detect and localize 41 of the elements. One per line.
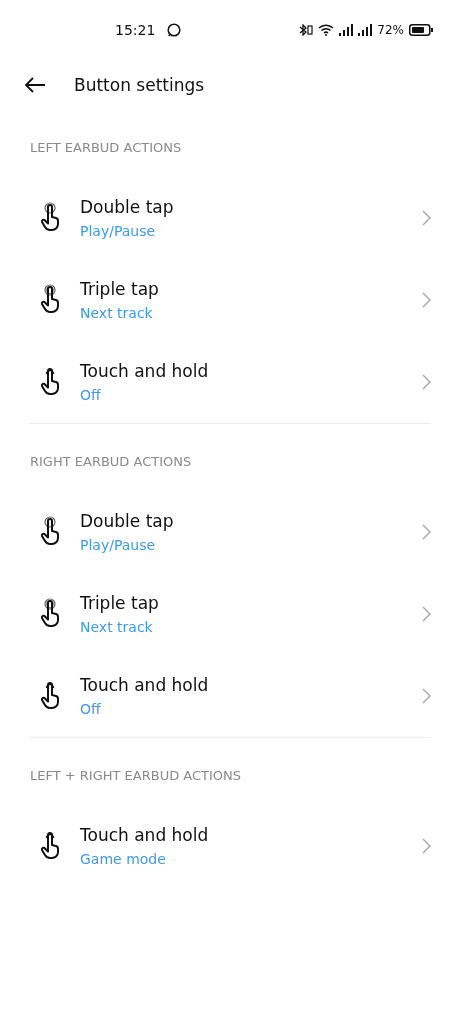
wifi-icon <box>318 24 335 36</box>
battery-icon <box>409 24 433 36</box>
action-title: Touch and hold <box>80 361 209 381</box>
settings-row[interactable]: Double tap Play/Pause <box>0 491 461 573</box>
battery-percent: 72% <box>377 23 404 37</box>
settings-row[interactable]: Triple tap Next track <box>0 259 461 341</box>
settings-row[interactable]: Touch and hold Game mode <box>0 805 461 887</box>
settings-row[interactable]: Triple tap Next track <box>0 573 461 655</box>
bluetooth-icon <box>299 24 314 36</box>
chevron-icon <box>422 688 431 704</box>
action-title: Touch and hold <box>80 675 209 695</box>
settings-row[interactable]: Touch and hold Off <box>0 341 461 423</box>
chevron-icon <box>422 838 431 854</box>
action-value: Next track <box>80 619 154 635</box>
action-value: Play/Pause <box>80 537 157 553</box>
chevron-icon <box>422 210 431 226</box>
action-title: Double tap <box>80 511 174 531</box>
section-header: LEFT + RIGHT EARBUD ACTIONS <box>30 767 242 785</box>
signal-icon <box>339 24 354 36</box>
page-title: Button settings <box>74 75 205 95</box>
action-value: Next track <box>80 305 154 321</box>
action-value: Off <box>80 701 102 717</box>
signal-icon <box>358 24 373 36</box>
chevron-icon <box>422 292 431 308</box>
section-header: RIGHT EARBUD ACTIONS <box>30 453 192 471</box>
action-value: Play/Pause <box>80 223 157 239</box>
settings-row[interactable]: Touch and hold Off <box>0 655 461 737</box>
action-title: Double tap <box>80 197 174 217</box>
back-arrow-icon[interactable] <box>24 77 46 93</box>
section-header: LEFT EARBUD ACTIONS <box>30 139 182 157</box>
action-value: Off <box>80 387 102 403</box>
chevron-icon <box>422 374 431 390</box>
settings-row[interactable]: Double tap Play/Pause <box>0 177 461 259</box>
chevron-icon <box>422 606 431 622</box>
action-value: Game mode <box>80 851 167 867</box>
action-title: Triple tap <box>80 593 159 613</box>
action-title: Touch and hold <box>80 825 209 845</box>
whatsapp-icon <box>167 23 182 37</box>
action-title: Triple tap <box>80 279 159 299</box>
chevron-icon <box>422 524 431 540</box>
status-time: 15:21 <box>115 22 156 38</box>
